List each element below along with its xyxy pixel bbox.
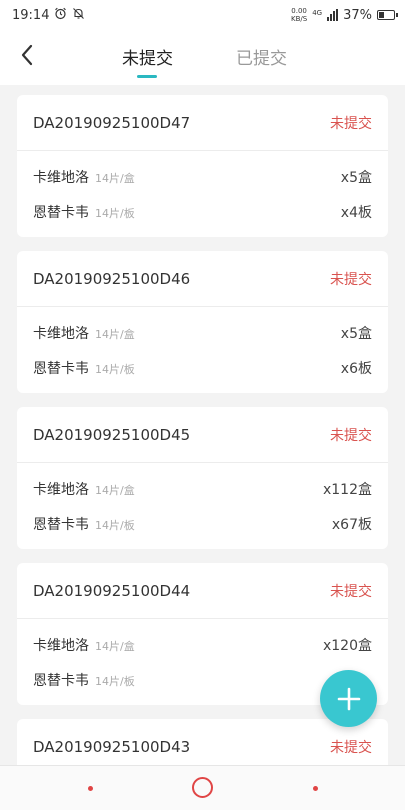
add-order-button[interactable]	[320, 670, 377, 727]
signal-icon	[327, 9, 339, 21]
item-name: 恩替卡韦	[33, 360, 89, 377]
order-card-header: DA20190925100D44 未提交	[17, 563, 388, 619]
order-status-badge: 未提交	[330, 583, 372, 600]
nav-back-button[interactable]	[313, 786, 318, 791]
item-info: 恩替卡韦 14片/板	[33, 358, 135, 378]
tab-bar: 未提交 已提交	[0, 30, 405, 85]
order-number: DA20190925100D44	[33, 581, 191, 600]
order-card-header: DA20190925100D47 未提交	[17, 95, 388, 151]
order-items: 卡维地洛 14片/盒 x5盒恩替卡韦 14片/板 x6板	[17, 307, 388, 393]
order-card[interactable]: DA20190925100D43 未提交	[17, 719, 388, 765]
order-number: DA20190925100D43	[33, 737, 191, 756]
order-number: DA20190925100D47	[33, 113, 191, 132]
battery-icon	[377, 10, 398, 20]
item-quantity: x6板	[340, 360, 372, 377]
net-speed-unit: KB/S	[291, 15, 308, 23]
order-items: 卡维地洛 14片/盒 x5盒恩替卡韦 14片/板 x4板	[17, 151, 388, 237]
item-name: 恩替卡韦	[33, 516, 89, 533]
item-spec: 14片/板	[95, 674, 135, 688]
net-speed-value: 0.00	[291, 7, 307, 15]
status-time: 19:14	[12, 7, 50, 23]
item-quantity: x120盒	[322, 637, 372, 654]
item-quantity: x5盒	[340, 325, 372, 342]
status-right: 0.00 KB/S 4G 37%	[291, 7, 398, 23]
item-name: 卡维地洛	[33, 169, 89, 186]
item-info: 恩替卡韦 14片/板	[33, 670, 135, 690]
order-status-badge: 未提交	[330, 427, 372, 444]
order-status-badge: 未提交	[330, 739, 372, 756]
item-name: 恩替卡韦	[33, 672, 89, 689]
order-item-row: 恩替卡韦 14片/板 x6板	[33, 350, 372, 385]
status-left: 19:14	[12, 7, 85, 24]
item-spec: 14片/盒	[95, 483, 135, 497]
item-info: 卡维地洛 14片/盒	[33, 479, 135, 499]
item-quantity: x4板	[340, 204, 372, 221]
order-card-header: DA20190925100D43 未提交	[17, 719, 388, 765]
order-item-row: 恩替卡韦 14片/板 x4板	[33, 194, 372, 229]
order-items: 卡维地洛 14片/盒 x112盒恩替卡韦 14片/板 x67板	[17, 463, 388, 549]
item-quantity: x112盒	[322, 481, 372, 498]
order-item-row: 恩替卡韦 14片/板 x67板	[33, 506, 372, 541]
item-info: 恩替卡韦 14片/板	[33, 202, 135, 222]
order-item-row: 卡维地洛 14片/盒 x120盒	[33, 627, 372, 662]
order-card-header: DA20190925100D46 未提交	[17, 251, 388, 307]
order-number: DA20190925100D46	[33, 269, 191, 288]
item-info: 卡维地洛 14片/盒	[33, 635, 135, 655]
item-spec: 14片/盒	[95, 327, 135, 341]
item-name: 恩替卡韦	[33, 204, 89, 221]
tab-submitted[interactable]: 已提交	[236, 44, 287, 69]
item-name: 卡维地洛	[33, 637, 89, 654]
battery-fill	[379, 12, 385, 18]
item-spec: 14片/盒	[95, 639, 135, 653]
order-item-row: 卡维地洛 14片/盒 x5盒	[33, 315, 372, 350]
order-list[interactable]: DA20190925100D47 未提交 卡维地洛 14片/盒 x5盒 恩替卡韦 14片/板…	[0, 85, 405, 765]
item-spec: 14片/板	[95, 362, 135, 376]
network-label: 4G	[312, 9, 323, 17]
header: 未提交 已提交	[0, 30, 405, 85]
item-info: 卡维地洛 14片/盒	[33, 167, 135, 187]
item-spec: 14片/板	[95, 206, 135, 220]
nav-home-button[interactable]	[192, 777, 213, 798]
item-quantity: x67板	[331, 516, 372, 533]
item-name: 卡维地洛	[33, 325, 89, 342]
item-info: 卡维地洛 14片/盒	[33, 323, 135, 343]
plus-icon	[337, 687, 360, 710]
order-item-row: 卡维地洛 14片/盒 x112盒	[33, 471, 372, 506]
net-speed: 0.00 KB/S	[291, 7, 307, 23]
active-tab-indicator	[137, 75, 157, 78]
order-card[interactable]: DA20190925100D46 未提交卡维地洛 14片/盒 x5盒恩替卡韦 14片/板…	[17, 251, 388, 393]
order-number: DA20190925100D45	[33, 425, 191, 444]
bell-off-icon	[72, 7, 85, 24]
order-card[interactable]: DA20190925100D47 未提交卡维地洛 14片/盒 x5盒恩替卡韦 14片/板…	[17, 95, 388, 237]
order-card[interactable]: DA20190925100D45 未提交卡维地洛 14片/盒 x112盒恩替卡韦 14片…	[17, 407, 388, 549]
tab-unsubmitted[interactable]: 未提交	[122, 44, 173, 69]
alarm-icon	[54, 7, 67, 24]
item-quantity: x5盒	[340, 169, 372, 186]
item-name: 卡维地洛	[33, 481, 89, 498]
item-spec: 14片/盒	[95, 171, 135, 185]
order-status-badge: 未提交	[330, 115, 372, 132]
order-status-badge: 未提交	[330, 271, 372, 288]
system-nav-bar	[0, 765, 405, 810]
order-card-header: DA20190925100D45 未提交	[17, 407, 388, 463]
status-bar: 19:14 0.00 KB/S 4G 37%	[0, 0, 405, 30]
order-item-row: 卡维地洛 14片/盒 x5盒	[33, 159, 372, 194]
nav-menu-button[interactable]	[88, 786, 93, 791]
battery-percent: 37%	[343, 7, 372, 23]
item-spec: 14片/板	[95, 518, 135, 532]
item-info: 恩替卡韦 14片/板	[33, 514, 135, 534]
